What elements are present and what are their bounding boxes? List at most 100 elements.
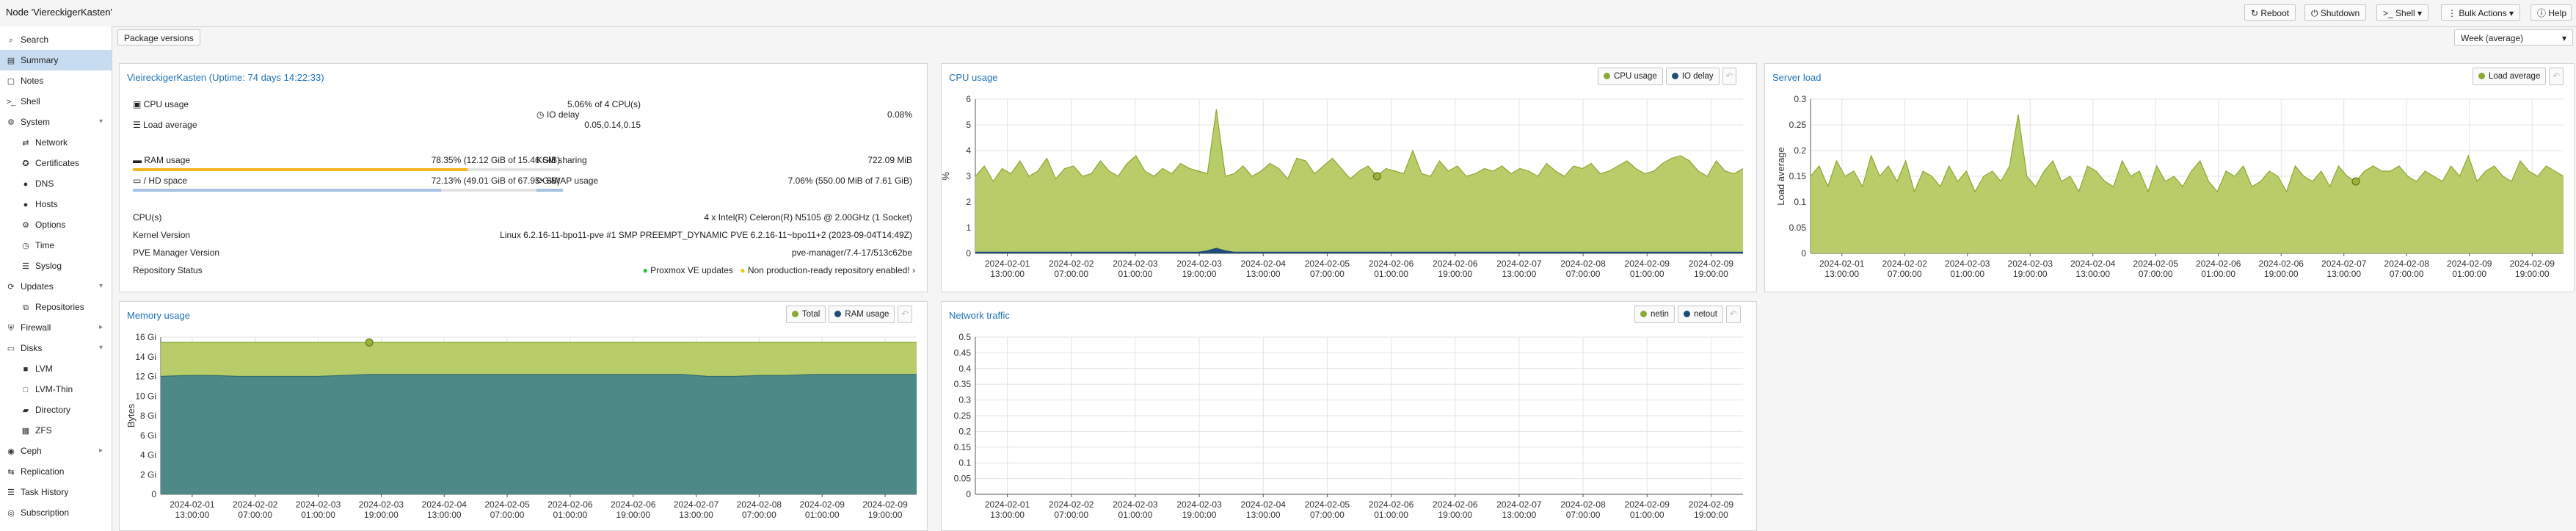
notes-icon: ▢ [7,77,15,86]
shell-label: Shell [2395,8,2415,18]
legend-label: netin [1651,310,1669,319]
sidebar-item-dns[interactable]: ● DNS [0,173,112,194]
y-tick-label: 0 [151,489,156,499]
x-tick-label: 01:00:00 [301,510,335,520]
y-tick-label: 12 Gi [135,372,156,382]
sidebar-item-firewall[interactable]: ⛨ Firewall ▸ [0,317,112,338]
x-tick-label: 13:00:00 [2326,269,2361,279]
status-title: VieireckigerKasten (Uptime: 74 days 14:2… [127,72,324,83]
network-chart-legend: netin netout ↶ [1634,306,1741,323]
sidebar-item-label: Hosts [35,199,58,209]
bulk-actions-button[interactable]: ⋮ Bulk Actions ▾ [2441,4,2521,21]
series-area [1811,115,2564,253]
y-tick-label: 0.05 [954,474,972,484]
list-icon: ☰ [7,488,15,497]
shield-icon: ⛨ [7,324,15,333]
legend-netin[interactable]: netin [1634,306,1675,323]
x-tick-label: 2024-02-06 [2196,259,2241,269]
x-tick-label: 13:00:00 [1246,269,1281,279]
book-icon: ▤ [7,57,15,65]
series-area [161,374,917,494]
x-tick-label: 07:00:00 [238,510,272,520]
timeframe-select[interactable]: Week (average) ▾ [2454,29,2573,46]
x-tick-label: 2024-02-08 [737,499,782,510]
sidebar-item-replication[interactable]: ⇆ Replication [0,461,112,482]
package-versions-button[interactable]: Package versions [117,29,200,46]
refresh-icon: ⟳ [7,283,15,292]
y-tick-label: 0.2 [1794,145,1806,156]
chevron-right-icon: ▸ [98,447,103,455]
x-tick-label: 07:00:00 [1310,510,1345,520]
repo-status-value[interactable]: ● Proxmox VE updates ● Non production-re… [413,265,915,275]
undo-icon: ↶ [1729,310,1737,319]
legend-io-delay[interactable]: IO delay [1665,68,1720,85]
y-tick-label: 0.1 [1794,197,1806,207]
x-tick-label: 2024-02-01 [170,499,215,510]
x-tick-label: 2024-02-03 [1176,499,1222,510]
gear-icon: ⚙ [7,118,15,127]
hdd-icon: ▭ [133,176,144,186]
sidebar-item-certificates[interactable]: ✪ Certificates [0,153,112,173]
sidebar-item-syslog[interactable]: ☰ Syslog [0,256,112,276]
legend-load-average[interactable]: Load average [2473,68,2547,85]
x-tick-label: 2024-02-03 [296,499,341,510]
sidebar-item-system[interactable]: ⚙ System ▾ [0,112,112,132]
legend-ram-usage[interactable]: RAM usage [829,306,895,323]
sidebar-item-search[interactable]: ⌕ Search [0,29,112,50]
x-tick-label: 2024-02-03 [1113,499,1158,510]
sidebar-item-time[interactable]: ◷ Time [0,235,112,256]
sidebar-item-lvm[interactable]: ■ LVM [0,358,112,379]
x-tick-label: 19:00:00 [1694,269,1728,279]
x-tick-label: 01:00:00 [1118,269,1153,279]
sidebar-item-label: LVM-Thin [35,384,73,394]
y-tick-label: 3 [966,171,971,181]
ksm-sharing-label: KSM sharing [536,155,587,165]
legend-total[interactable]: Total [786,306,826,323]
x-tick-label: 2024-02-06 [611,499,656,510]
cpu-chart-legend: CPU usage IO delay ↶ [1598,68,1737,85]
sidebar-item-summary[interactable]: ▤ Summary [0,50,112,71]
x-tick-label: 2024-02-09 [1689,259,1734,269]
swap-usage-bar [536,189,912,192]
shell-button[interactable]: >_ Shell ▾ [2376,4,2429,21]
sidebar-item-subscription[interactable]: ◎ Subscription [0,502,112,523]
help-button[interactable]: ⓘ Help [2530,4,2572,21]
ram-usage-label: ▬ RAM usage [133,155,190,165]
sidebar-item-updates[interactable]: ⟳ Updates ▾ [0,276,112,297]
sidebar-item-zfs[interactable]: ▦ ZFS [0,420,112,441]
y-tick-label: 0.05 [1789,223,1807,233]
sidebar-item-disks[interactable]: ▭ Disks ▾ [0,338,112,358]
undo-zoom-button[interactable]: ↶ [2549,68,2564,85]
node-title: Node 'ViereckigerKasten' [6,7,112,18]
legend-cpu-usage[interactable]: CPU usage [1598,68,1663,85]
chevron-down-icon: ▾ [98,282,103,290]
x-tick-label: 01:00:00 [1374,269,1408,279]
x-tick-label: 2024-02-07 [1496,259,1542,269]
square-icon: ■ [23,365,29,374]
sidebar-item-network[interactable]: ⇄ Network [0,132,112,153]
sidebar-item-task-history[interactable]: ☰ Task History [0,482,112,502]
undo-zoom-button[interactable]: ↶ [898,306,913,323]
legend-netout[interactable]: netout [1677,306,1723,323]
undo-zoom-button[interactable]: ↶ [1725,306,1741,323]
list-icon: ☰ [133,120,144,130]
reboot-icon: ↻ [2251,8,2261,18]
sidebar-item-notes[interactable]: ▢ Notes [0,71,112,91]
sidebar-item-lvm-thin[interactable]: □ LVM-Thin [0,379,112,400]
sidebar-item-ceph[interactable]: ◉ Ceph ▸ [0,441,112,461]
sidebar-item-hosts[interactable]: ● Hosts [0,194,112,214]
x-tick-label: 01:00:00 [553,510,588,520]
x-tick-label: 07:00:00 [1054,269,1088,279]
shutdown-button[interactable]: ⏻ Shutdown [2304,4,2367,21]
sidebar-item-label: Notes [21,76,44,86]
sidebar-item-shell[interactable]: >_ Shell [0,91,112,112]
sidebar-item-directory[interactable]: ▰ Directory [0,400,112,420]
reboot-button[interactable]: ↻ Reboot [2244,4,2296,21]
x-tick-label: 01:00:00 [1118,510,1153,520]
sidebar-item-options[interactable]: ⚙ Options [0,214,112,235]
sidebar-item-repositories[interactable]: ⧉ Repositories [0,297,112,317]
sidebar-item-label: Task History [21,487,69,497]
sidebar-item-label: Search [21,35,49,45]
undo-zoom-button[interactable]: ↶ [1722,68,1737,85]
x-tick-label: 19:00:00 [1694,510,1728,520]
